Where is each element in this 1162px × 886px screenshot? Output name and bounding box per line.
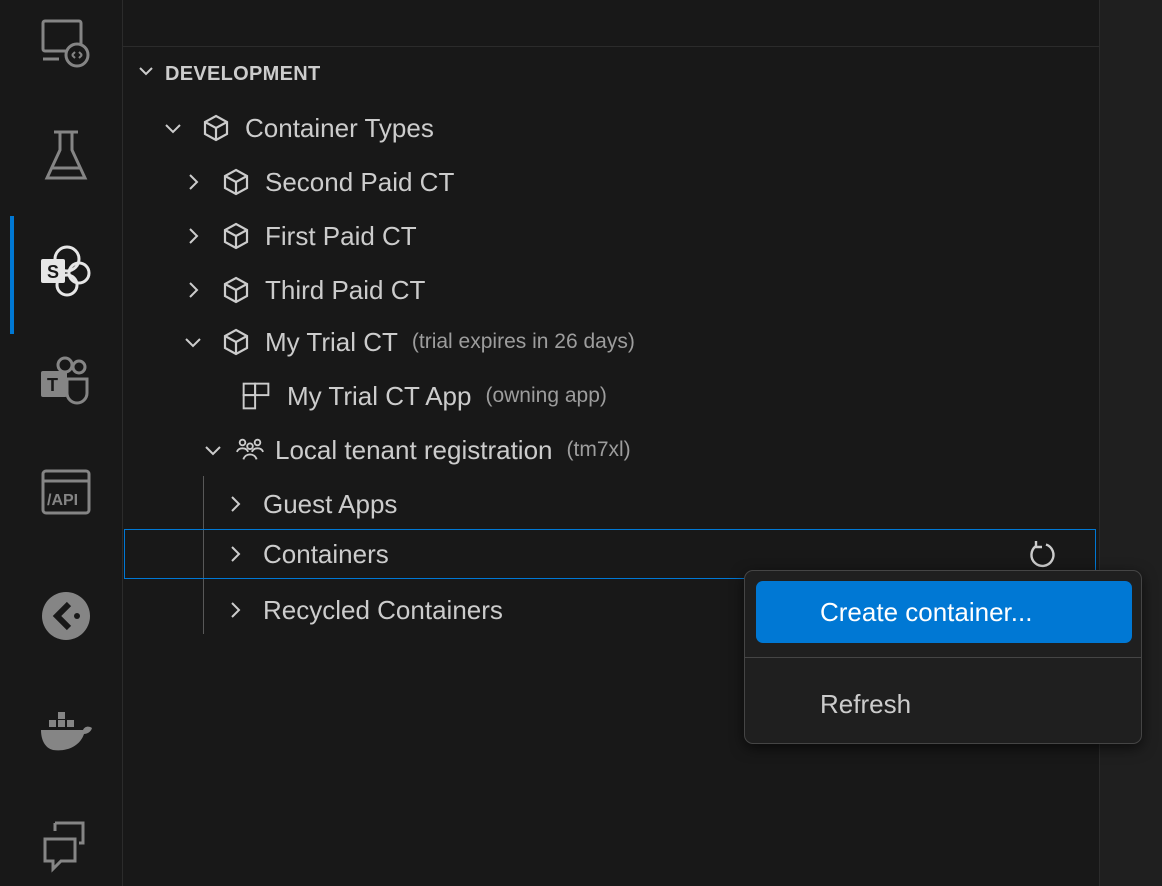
people-icon xyxy=(235,435,265,465)
chevron-down-icon xyxy=(179,328,207,356)
tree-item-my-trial-ct[interactable]: My Trial CT (trial expires in 26 days) xyxy=(179,316,635,368)
section-header-development[interactable]: DEVELOPMENT xyxy=(137,58,321,90)
chevron-right-icon xyxy=(221,596,249,624)
context-menu: Create container... Refresh xyxy=(744,570,1142,744)
tree-item-label: My Trial CT xyxy=(265,326,398,357)
tree-item-label: Third Paid CT xyxy=(265,274,426,305)
api-center-icon[interactable]: /API xyxy=(30,456,102,528)
menu-separator xyxy=(745,657,1141,658)
remote-explorer-icon[interactable] xyxy=(30,8,102,80)
extension-pie-icon[interactable] xyxy=(30,580,102,652)
chevron-right-icon xyxy=(221,540,249,568)
activity-bar: S T /API xyxy=(0,0,123,886)
tree-item-label: Guest Apps xyxy=(263,488,398,519)
cube-icon xyxy=(221,167,251,197)
testing-icon[interactable] xyxy=(30,120,102,192)
editor-area xyxy=(1099,0,1162,886)
section-title: DEVELOPMENT xyxy=(165,62,321,85)
divider xyxy=(123,46,1099,47)
tree-item-my-trial-ct-app[interactable]: My Trial CT App (owning app) xyxy=(241,370,607,422)
active-indicator xyxy=(10,216,14,334)
svg-text:/API: /API xyxy=(47,492,78,509)
tree-item-label: Containers xyxy=(263,538,389,569)
tree-item-description: (owning app) xyxy=(485,384,607,407)
tree-item-label: Second Paid CT xyxy=(265,166,455,197)
chevron-right-icon xyxy=(221,490,249,518)
comments-icon[interactable] xyxy=(30,810,102,882)
cube-icon xyxy=(221,221,251,251)
tree-item-label: Recycled Containers xyxy=(263,594,503,625)
tree-item-label: Local tenant registration xyxy=(275,434,553,465)
tree-item-third-paid-ct[interactable]: Third Paid CT xyxy=(179,264,425,316)
svg-text:S: S xyxy=(47,262,59,282)
sharepoint-embedded-icon[interactable]: S xyxy=(30,234,102,306)
tree-item-local-tenant-registration[interactable]: Local tenant registration (tm7xl) xyxy=(199,424,631,476)
chevron-down-icon xyxy=(137,62,155,86)
menu-item-create-container[interactable]: Create container... xyxy=(756,581,1132,643)
refresh-icon[interactable] xyxy=(1025,538,1059,572)
tree-item-description: (tm7xl) xyxy=(566,438,631,461)
svg-text:T: T xyxy=(47,375,58,395)
menu-item-refresh[interactable]: Refresh xyxy=(756,673,1132,735)
cube-icon xyxy=(221,275,251,305)
tree-item-description: (trial expires in 26 days) xyxy=(411,330,635,353)
cube-icon xyxy=(221,327,251,357)
tree-item-second-paid-ct[interactable]: Second Paid CT xyxy=(179,156,454,208)
tree-item-recycled-containers[interactable]: Recycled Containers xyxy=(221,584,503,636)
chevron-down-icon xyxy=(159,114,187,142)
docker-icon[interactable] xyxy=(30,696,102,768)
chevron-right-icon xyxy=(179,168,207,196)
chevron-down-icon xyxy=(199,436,227,464)
cube-icon xyxy=(201,113,231,143)
tree-item-first-paid-ct[interactable]: First Paid CT xyxy=(179,210,417,262)
sidebar: DEVELOPMENT Container Types Second Paid … xyxy=(123,0,1099,886)
chevron-right-icon xyxy=(179,222,207,250)
tree-item-container-types[interactable]: Container Types xyxy=(159,102,434,154)
app-grid-icon xyxy=(241,381,271,411)
tree-item-label: First Paid CT xyxy=(265,220,417,251)
tree-item-label: Container Types xyxy=(245,112,434,143)
tree-item-label: My Trial CT App xyxy=(287,380,472,411)
tree-item-guest-apps[interactable]: Guest Apps xyxy=(221,478,397,530)
teams-toolkit-icon[interactable]: T xyxy=(30,346,102,418)
chevron-right-icon xyxy=(179,276,207,304)
